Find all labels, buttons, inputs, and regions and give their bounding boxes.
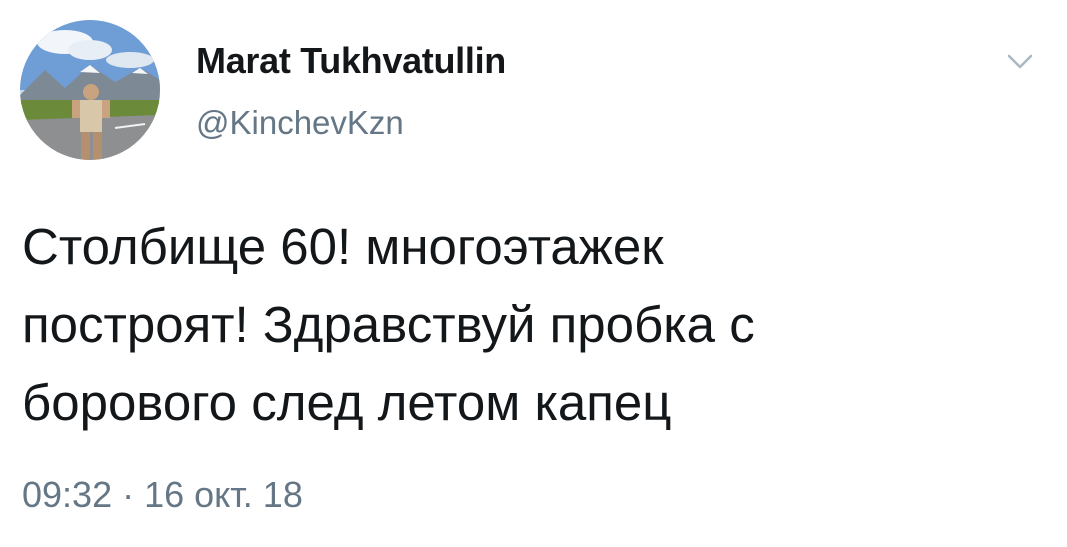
- tweet-card: Marat Tukhvatullin @KinchevKzn Столбище …: [0, 0, 1067, 547]
- display-name[interactable]: Marat Tukhvatullin: [196, 40, 506, 82]
- chevron-down-icon[interactable]: [1003, 50, 1037, 74]
- avatar[interactable]: [20, 20, 160, 160]
- avatar-photo: [20, 20, 160, 160]
- tweet-timestamp[interactable]: 09:32 · 16 окт. 18: [22, 474, 303, 516]
- tweet-text: Столбище 60! многоэтажек построят! Здрав…: [22, 208, 1042, 442]
- tweet-text-line: построят! Здравствуй пробка с: [22, 296, 755, 353]
- tweet-text-line: Столбище 60! многоэтажек: [22, 218, 664, 275]
- tweet-text-line: борового след летом капец: [22, 374, 672, 431]
- user-handle[interactable]: @KinchevKzn: [196, 104, 404, 142]
